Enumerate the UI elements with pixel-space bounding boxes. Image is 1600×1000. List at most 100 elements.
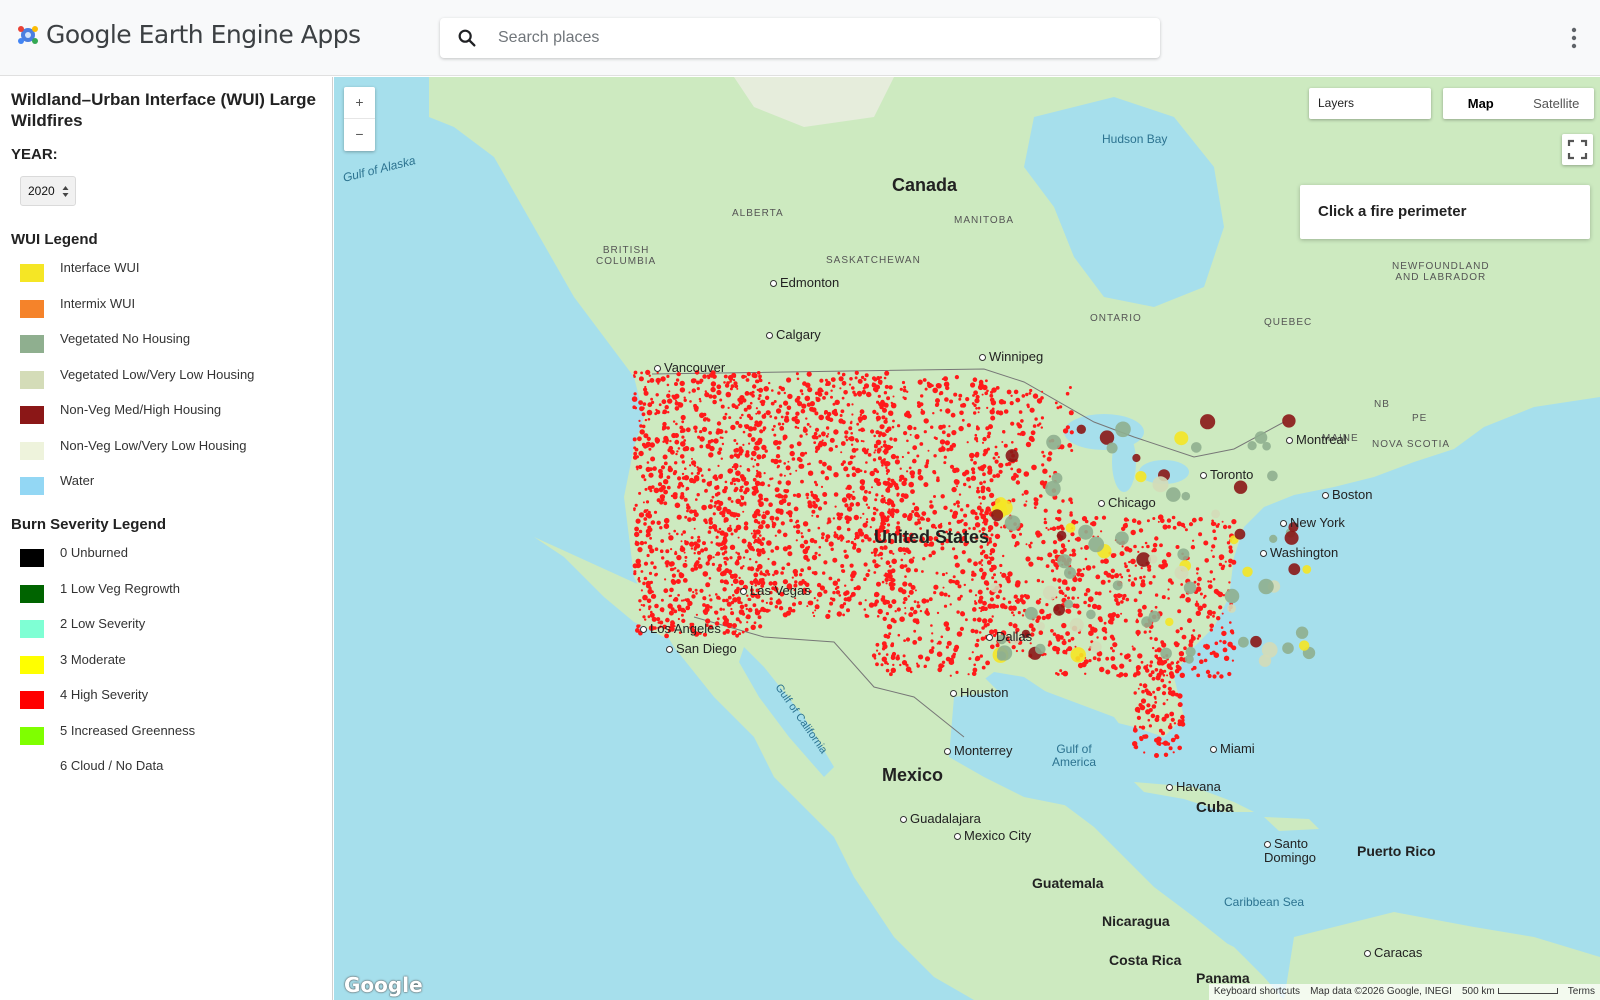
fire-perimeter[interactable] [759,503,763,507]
fire-perimeter[interactable] [1070,647,1086,663]
fire-perimeter[interactable] [1178,651,1185,657]
fire-perimeter[interactable] [1087,603,1091,608]
fire-perimeter[interactable] [995,410,1001,415]
fire-perimeter[interactable] [1146,519,1150,523]
fire-perimeter[interactable] [1074,537,1078,541]
fire-perimeter[interactable] [889,672,893,677]
fire-perimeter[interactable] [1045,526,1048,530]
fire-perimeter[interactable] [1218,605,1223,610]
fire-perimeter[interactable] [886,396,891,401]
fire-perimeter[interactable] [727,631,730,634]
fire-perimeter[interactable] [767,484,771,487]
fire-perimeter[interactable] [692,509,697,514]
fire-perimeter[interactable] [785,465,791,471]
fire-perimeter[interactable] [1019,532,1022,536]
fire-perimeter[interactable] [1069,553,1072,557]
fire-perimeter[interactable] [903,596,908,602]
fire-perimeter[interactable] [783,417,790,423]
fire-perimeter[interactable] [954,644,960,650]
fire-perimeter[interactable] [943,604,948,608]
fire-perimeter[interactable] [1135,670,1141,676]
fire-perimeter[interactable] [756,388,759,392]
fire-perimeter[interactable] [749,558,752,561]
fire-perimeter[interactable] [1048,640,1052,644]
fire-perimeter[interactable] [747,597,751,602]
fire-perimeter[interactable] [778,606,784,611]
fire-perimeter[interactable] [777,391,781,395]
fire-perimeter[interactable] [763,413,766,416]
fire-perimeter[interactable] [676,532,679,536]
fire-perimeter[interactable] [1198,606,1201,609]
fire-perimeter[interactable] [1197,634,1202,638]
fire-perimeter[interactable] [991,387,997,393]
fire-perimeter[interactable] [648,571,653,575]
fire-perimeter[interactable] [925,599,930,603]
fire-perimeter[interactable] [993,521,997,525]
fire-perimeter[interactable] [971,570,975,574]
fire-perimeter[interactable] [1137,550,1140,553]
fire-perimeter[interactable] [705,561,710,566]
fire-perimeter[interactable] [801,392,804,396]
fire-perimeter[interactable] [1077,596,1080,599]
fire-perimeter[interactable] [1036,578,1041,583]
fire-perimeter[interactable] [897,633,901,637]
fire-perimeter[interactable] [1112,642,1118,648]
fire-perimeter[interactable] [745,607,748,611]
fire-perimeter[interactable] [978,561,982,565]
fire-perimeter[interactable] [875,439,882,446]
fire-perimeter[interactable] [771,428,775,431]
fire-perimeter[interactable] [715,593,718,596]
fire-perimeter[interactable] [668,610,674,616]
fire-perimeter[interactable] [875,642,880,647]
fire-perimeter[interactable] [929,500,933,504]
fire-perimeter[interactable] [660,598,664,602]
fire-perimeter[interactable] [1167,524,1171,529]
fire-perimeter[interactable] [927,382,933,389]
fire-perimeter[interactable] [973,411,977,415]
fire-perimeter[interactable] [899,497,905,503]
fire-perimeter[interactable] [944,397,949,402]
fire-perimeter[interactable] [815,483,819,487]
fire-perimeter[interactable] [922,518,925,521]
fire-perimeter[interactable] [769,415,773,418]
fire-perimeter[interactable] [917,518,920,522]
fire-perimeter[interactable] [974,594,978,597]
fire-perimeter[interactable] [980,559,984,562]
fire-perimeter[interactable] [744,503,747,506]
fire-perimeter[interactable] [1090,522,1094,526]
fire-perimeter[interactable] [1050,559,1056,564]
fire-perimeter[interactable] [718,447,723,452]
fire-perimeter[interactable] [663,517,670,524]
fire-perimeter[interactable] [666,475,671,480]
fire-perimeter[interactable] [795,524,801,529]
fire-perimeter[interactable] [1055,567,1059,570]
fire-perimeter[interactable] [646,436,651,441]
fire-perimeter[interactable] [1228,548,1234,554]
fire-perimeter[interactable] [1082,567,1085,571]
fire-perimeter[interactable] [901,455,905,459]
fire-perimeter[interactable] [980,610,983,613]
fire-perimeter[interactable] [735,559,740,563]
fire-perimeter[interactable] [668,532,671,535]
fire-perimeter[interactable] [1013,389,1019,395]
fire-perimeter[interactable] [1161,559,1167,565]
fire-perimeter[interactable] [840,451,843,454]
fire-perimeter[interactable] [642,402,647,406]
fire-perimeter[interactable] [1115,531,1129,546]
fire-perimeter[interactable] [1070,636,1075,641]
fire-perimeter[interactable] [753,621,757,625]
fire-perimeter[interactable] [1148,630,1152,633]
fire-perimeter[interactable] [956,519,961,524]
fire-perimeter[interactable] [699,382,702,384]
fire-perimeter[interactable] [743,525,749,531]
fire-perimeter[interactable] [1179,596,1182,599]
fire-perimeter[interactable] [715,485,720,490]
fire-perimeter[interactable] [751,490,757,496]
fire-perimeter[interactable] [634,531,640,538]
fire-perimeter[interactable] [712,496,715,499]
app-logo[interactable]: Google Earth Engine Apps [16,20,361,49]
fire-perimeter[interactable] [1179,672,1185,678]
fire-perimeter[interactable] [718,563,723,568]
fire-perimeter[interactable] [1005,449,1019,463]
fire-perimeter[interactable] [1230,631,1235,635]
